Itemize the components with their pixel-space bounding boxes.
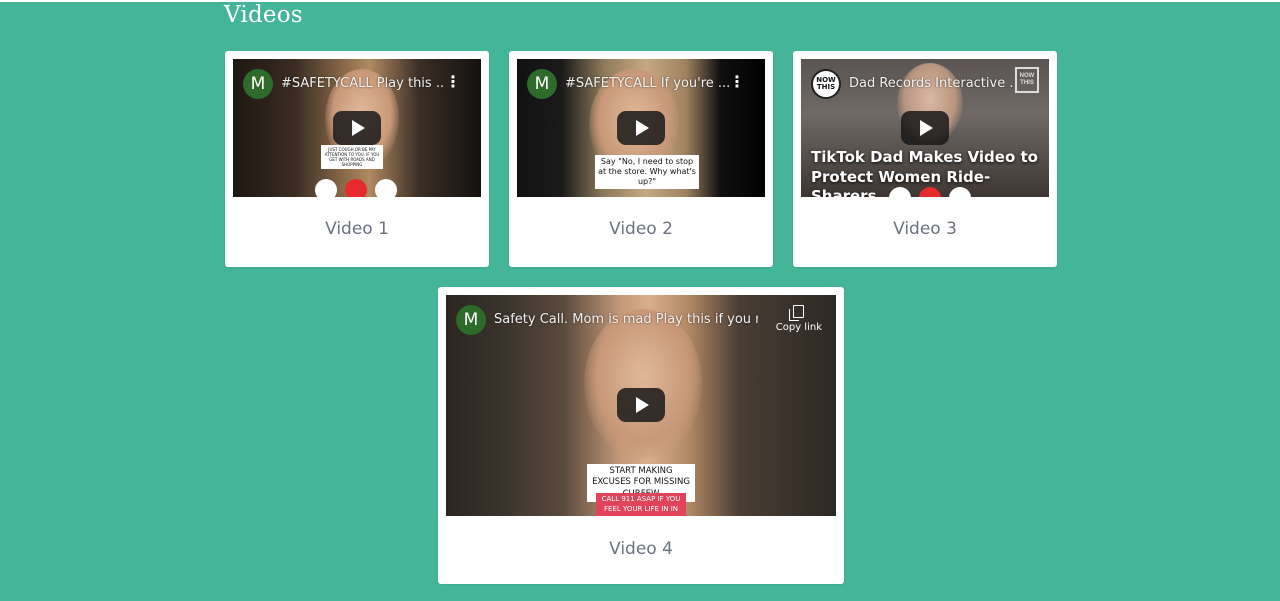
video-title[interactable]: Safety Call. Mom is mad Play this if you… — [494, 312, 758, 327]
play-icon[interactable] — [901, 111, 949, 145]
video-title[interactable]: #SAFETYCALL If you're ... — [565, 76, 729, 91]
more-options-icon[interactable]: ⋮ — [445, 74, 461, 90]
call-buttons — [315, 179, 397, 197]
video-card-3: TikTok Dad Makes Video to Protect Women … — [793, 51, 1057, 267]
copy-link-label: Copy link — [775, 322, 822, 333]
video-card-2: Say "No, I need to stop at the store. Wh… — [509, 51, 773, 267]
copy-link-button[interactable]: Copy link — [776, 305, 822, 333]
copy-icon — [789, 305, 805, 321]
video-title[interactable]: #SAFETYCALL Play this ... — [281, 76, 445, 91]
play-icon[interactable] — [617, 388, 665, 422]
channel-avatar[interactable]: NOW THIS — [811, 69, 841, 99]
video-title[interactable]: Dad Records Interactive ... — [849, 76, 1013, 91]
video-caption: Video 4 — [609, 539, 673, 559]
brand-logo-icon: NOW THIS — [1015, 67, 1039, 93]
thumbnail-caption: Say "No, I need to stop at the store. Wh… — [595, 155, 699, 189]
channel-avatar[interactable]: M — [527, 69, 557, 99]
video-player-3[interactable]: TikTok Dad Makes Video to Protect Women … — [801, 59, 1049, 197]
thumbnail-caption: JUST COUGH OR BE PAY ATTENTION TO YOU. I… — [321, 145, 383, 169]
video-card-4: START MAKING EXCUSES FOR MISSING CURFEW … — [438, 287, 844, 584]
play-icon[interactable] — [333, 111, 381, 145]
page-title: Videos — [224, 2, 303, 28]
video-caption: Video 2 — [609, 219, 673, 239]
video-player-2[interactable]: Say "No, I need to stop at the store. Wh… — [517, 59, 765, 197]
thumbnail-headline: TikTok Dad Makes Video to Protect Women … — [811, 148, 1038, 197]
video-player-1[interactable]: JUST COUGH OR BE PAY ATTENTION TO YOU. I… — [233, 59, 481, 197]
video-caption: Video 3 — [893, 219, 957, 239]
video-caption: Video 1 — [325, 219, 389, 239]
channel-avatar[interactable]: M — [243, 69, 273, 99]
video-card-1: JUST COUGH OR BE PAY ATTENTION TO YOU. I… — [225, 51, 489, 267]
thumbnail-warning: CALL 911 ASAP IF YOU FEEL YOUR LIFE IN I… — [596, 493, 686, 516]
channel-avatar[interactable]: M — [456, 305, 486, 335]
play-icon[interactable] — [617, 111, 665, 145]
video-player-4[interactable]: START MAKING EXCUSES FOR MISSING CURFEW … — [446, 295, 836, 516]
more-options-icon[interactable]: ⋮ — [729, 74, 745, 90]
thumbnail-subject — [584, 309, 702, 459]
